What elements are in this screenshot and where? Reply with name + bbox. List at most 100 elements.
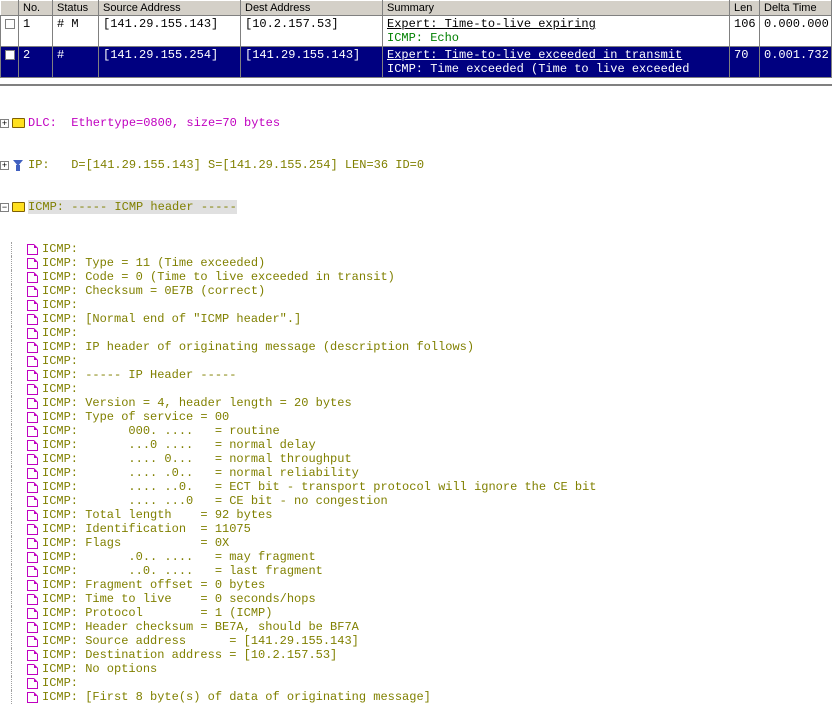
decode-line[interactable]: ICMP: ----- IP Header ----- (0, 368, 832, 382)
document-icon (25, 355, 39, 367)
cell-status: # (53, 47, 99, 78)
cell-checkbox[interactable] (1, 16, 19, 47)
dlc-node[interactable]: + DLC: Ethertype=0800, size=70 bytes (0, 116, 832, 130)
collapse-icon[interactable]: − (0, 203, 9, 212)
cell-len: 70 (730, 47, 760, 78)
decode-line[interactable]: ICMP: .0.. .... = may fragment (0, 550, 832, 564)
packet-list-header-row: No. Status Source Address Dest Address S… (1, 1, 832, 16)
decode-line-text: ICMP: (42, 242, 78, 256)
decode-line-text: ICMP: Identification = 11075 (42, 522, 251, 536)
expand-icon[interactable]: + (0, 119, 9, 128)
expand-icon[interactable]: + (0, 161, 9, 170)
ip-node[interactable]: + IP: D=[141.29.155.143] S=[141.29.155.2… (0, 158, 832, 172)
decode-line[interactable]: ICMP: Destination address = [10.2.157.53… (0, 648, 832, 662)
decode-line[interactable]: ICMP: (0, 676, 832, 690)
document-icon (25, 523, 39, 535)
decode-line[interactable]: ICMP: (0, 326, 832, 340)
document-icon (25, 691, 39, 703)
decode-line-text: ICMP: No options (42, 662, 157, 676)
cell-delta-time: 0.001.732 (760, 47, 832, 78)
packet-list-table[interactable]: No. Status Source Address Dest Address S… (0, 0, 832, 78)
cell-len: 106 (730, 16, 760, 47)
ip-text: IP: D=[141.29.155.143] S=[141.29.155.254… (28, 158, 424, 172)
filter-icon (11, 159, 25, 171)
cell-summary: Expert: Time-to-live expiringICMP: Echo (383, 16, 730, 47)
decode-line[interactable]: ICMP: Source address = [141.29.155.143] (0, 634, 832, 648)
document-icon (25, 425, 39, 437)
decode-line[interactable]: ICMP: Header checksum = BE7A, should be … (0, 620, 832, 634)
decode-line[interactable]: ICMP: Type of service = 00 (0, 410, 832, 424)
col-checkbox[interactable] (1, 1, 19, 16)
document-icon (25, 481, 39, 493)
decode-line-text: ICMP: Flags = 0X (42, 536, 229, 550)
decode-line[interactable]: ICMP: Flags = 0X (0, 536, 832, 550)
decode-line-text: ICMP: .... ...0 = CE bit - no congestion (42, 494, 388, 508)
decode-line[interactable]: ICMP: .... ..0. = ECT bit - transport pr… (0, 480, 832, 494)
decode-line[interactable]: ICMP: (0, 382, 832, 396)
cell-dst: [10.2.157.53] (241, 16, 383, 47)
decode-line[interactable]: ICMP: Type = 11 (Time exceeded) (0, 256, 832, 270)
book-icon (11, 201, 25, 213)
packet-row[interactable]: 2#[141.29.155.254][141.29.155.143]Expert… (1, 47, 832, 78)
icmp-node[interactable]: − ICMP: ----- ICMP header ----- (0, 200, 832, 214)
decode-line-text: ICMP: .... ..0. = ECT bit - transport pr… (42, 480, 597, 494)
document-icon (25, 313, 39, 325)
col-delta-time[interactable]: Delta Time (760, 1, 832, 16)
decode-line-text: ICMP: (42, 676, 78, 690)
decode-line[interactable]: ICMP: .... .0.. = normal reliability (0, 466, 832, 480)
decode-line-text: ICMP: Version = 4, header length = 20 by… (42, 396, 352, 410)
document-icon (25, 439, 39, 451)
decode-line[interactable]: ICMP: [Normal end of "ICMP header".] (0, 312, 832, 326)
document-icon (25, 649, 39, 661)
decode-line[interactable]: ICMP: .... 0... = normal throughput (0, 452, 832, 466)
decode-line[interactable]: ICMP: .... ...0 = CE bit - no congestion (0, 494, 832, 508)
decode-line-text: ICMP: Source address = [141.29.155.143] (42, 634, 359, 648)
decode-line[interactable]: ICMP: Version = 4, header length = 20 by… (0, 396, 832, 410)
decode-line-text: ICMP: ..0. .... = last fragment (42, 564, 323, 578)
packet-row[interactable]: 1# M[141.29.155.143][10.2.157.53]Expert:… (1, 16, 832, 47)
decode-line[interactable]: ICMP: ...0 .... = normal delay (0, 438, 832, 452)
decode-line[interactable]: ICMP: No options (0, 662, 832, 676)
cell-checkbox[interactable] (1, 47, 19, 78)
decode-line[interactable]: ICMP: [First 8 byte(s) of data of origin… (0, 690, 832, 704)
col-summary[interactable]: Summary (383, 1, 730, 16)
decode-line-text: ICMP: [First 8 byte(s) of data of origin… (42, 690, 431, 704)
col-dst[interactable]: Dest Address (241, 1, 383, 16)
col-len[interactable]: Len (730, 1, 760, 16)
document-icon (25, 635, 39, 647)
decode-line-text: ICMP: .0.. .... = may fragment (42, 550, 316, 564)
document-icon (25, 509, 39, 521)
decode-tree[interactable]: + DLC: Ethertype=0800, size=70 bytes + I… (0, 84, 832, 718)
decode-line[interactable]: ICMP: Protocol = 1 (ICMP) (0, 606, 832, 620)
document-icon (25, 397, 39, 409)
col-status[interactable]: Status (53, 1, 99, 16)
col-src[interactable]: Source Address (99, 1, 241, 16)
cell-delta-time: 0.000.000 (760, 16, 832, 47)
row-checkbox[interactable] (5, 50, 15, 60)
decode-line-text: ICMP: Total length = 92 bytes (42, 508, 272, 522)
decode-line[interactable]: ICMP: Fragment offset = 0 bytes (0, 578, 832, 592)
document-icon (25, 467, 39, 479)
cell-status: # M (53, 16, 99, 47)
decode-line[interactable]: ICMP: (0, 242, 832, 256)
cell-summary: Expert: Time-to-live exceeded in transmi… (383, 47, 730, 78)
book-icon (11, 117, 25, 129)
decode-line[interactable]: ICMP: (0, 298, 832, 312)
decode-line[interactable]: ICMP: IP header of originating message (… (0, 340, 832, 354)
decode-line[interactable]: ICMP: ..0. .... = last fragment (0, 564, 832, 578)
decode-line[interactable]: ICMP: Code = 0 (Time to live exceeded in… (0, 270, 832, 284)
decode-line[interactable]: ICMP: Checksum = 0E7B (correct) (0, 284, 832, 298)
cell-src: [141.29.155.143] (99, 16, 241, 47)
decode-line[interactable]: ICMP: Total length = 92 bytes (0, 508, 832, 522)
decode-line[interactable]: ICMP: 000. .... = routine (0, 424, 832, 438)
decode-line[interactable]: ICMP: (0, 354, 832, 368)
decode-line-text: ICMP: Fragment offset = 0 bytes (42, 578, 265, 592)
decode-line-text: ICMP: (42, 298, 78, 312)
row-checkbox[interactable] (5, 19, 15, 29)
document-icon (25, 271, 39, 283)
document-icon (25, 327, 39, 339)
col-no[interactable]: No. (19, 1, 53, 16)
decode-line[interactable]: ICMP: Identification = 11075 (0, 522, 832, 536)
document-icon (25, 677, 39, 689)
decode-line[interactable]: ICMP: Time to live = 0 seconds/hops (0, 592, 832, 606)
